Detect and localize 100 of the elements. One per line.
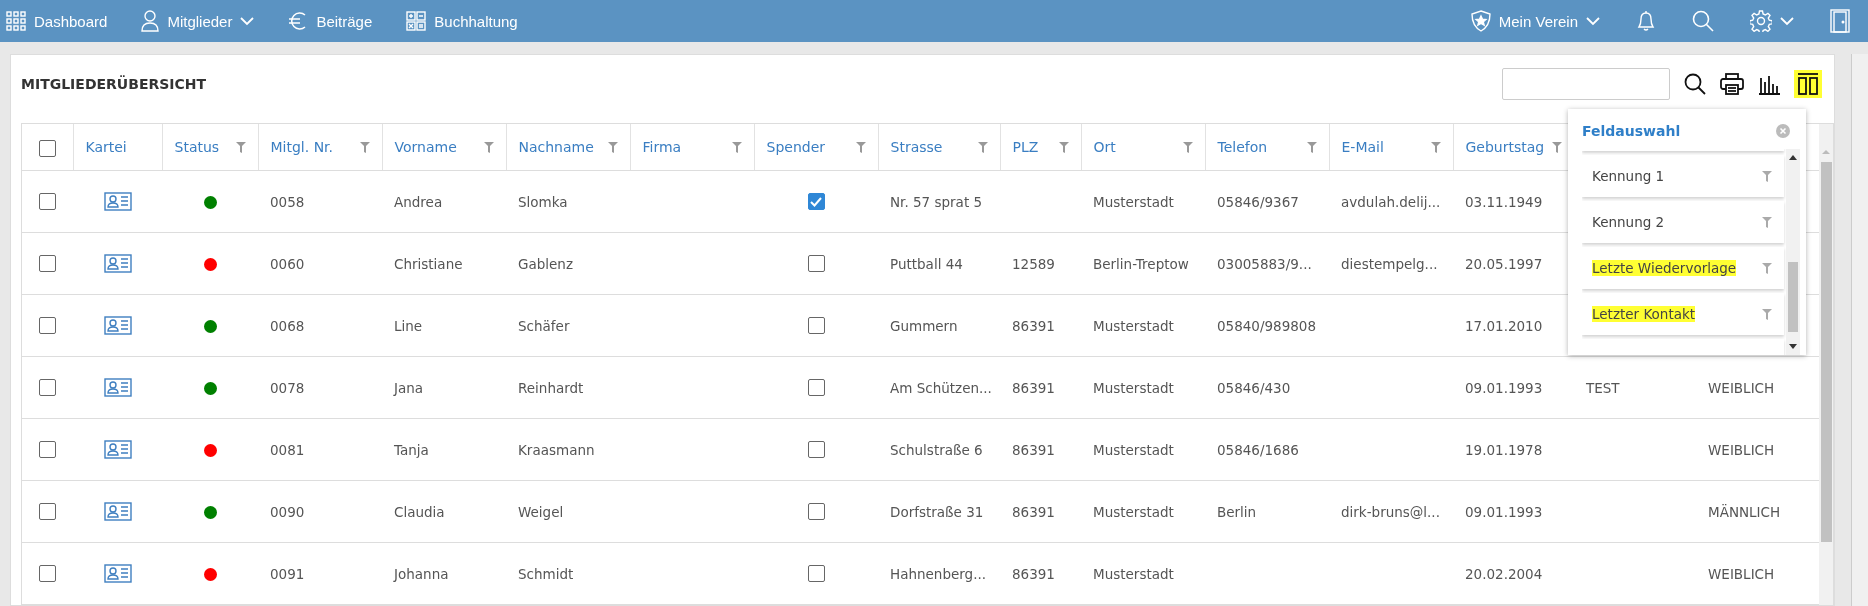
member-card-icon[interactable]: [103, 378, 132, 397]
table-cell: MÄNNLICH: [1708, 503, 1781, 520]
scroll-thumb[interactable]: [1820, 162, 1832, 542]
row-checkbox[interactable]: [39, 193, 56, 211]
user-icon: [141, 10, 160, 32]
field-item[interactable]: Kennung 2: [1582, 201, 1784, 243]
select-all-checkbox[interactable]: [38, 139, 56, 157]
column-header[interactable]: Telefon: [1217, 139, 1268, 155]
table-cell: 12589: [1012, 255, 1055, 272]
filter-icon[interactable]: [1762, 308, 1772, 320]
row-checkbox[interactable]: [39, 503, 56, 521]
column-header[interactable]: Mitgl. Nr.: [270, 139, 334, 155]
calculator-icon: [406, 11, 427, 31]
filter-icon[interactable]: [1306, 141, 1317, 153]
table-cell: Musterstadt: [1093, 441, 1174, 458]
field-item[interactable]: Letzter Kontakt: [1582, 293, 1784, 335]
table-cell: Schulstraße 6: [890, 441, 983, 458]
table-cell: 0058: [270, 193, 305, 210]
member-card-icon[interactable]: [103, 316, 132, 335]
column-header[interactable]: Spender: [766, 139, 825, 155]
field-item[interactable]: Letzte Wiedervorlage: [1582, 247, 1784, 289]
search-icon[interactable]: [1684, 73, 1706, 95]
column-header[interactable]: Firma: [642, 139, 682, 155]
table-cell: dirk-bruns@l...: [1341, 503, 1440, 520]
donor-checkbox[interactable]: [807, 503, 825, 521]
member-card-icon[interactable]: [103, 254, 132, 273]
nav-item[interactable]: Beiträge: [288, 11, 373, 31]
column-header[interactable]: Ort: [1093, 139, 1116, 155]
column-header[interactable]: Nachname: [518, 139, 594, 155]
donor-checkbox[interactable]: [807, 255, 825, 273]
column-header[interactable]: Kartei: [85, 139, 127, 155]
donor-checkbox[interactable]: [807, 379, 825, 397]
columns-button[interactable]: [1794, 70, 1822, 98]
column-header[interactable]: Vorname: [394, 139, 457, 155]
bell-icon[interactable]: [1636, 10, 1656, 32]
nav-item[interactable]: Mitglieder: [141, 10, 255, 32]
filter-icon[interactable]: [977, 141, 988, 153]
table-cell: 09.01.1993: [1465, 503, 1543, 520]
row-checkbox[interactable]: [39, 255, 56, 273]
table-cell: Gummern: [890, 317, 958, 334]
column-header[interactable]: Strasse: [890, 139, 943, 155]
donor-checkbox[interactable]: [807, 441, 825, 459]
nav-item[interactable]: Dashboard: [6, 11, 108, 31]
donor-checkbox[interactable]: [807, 193, 825, 211]
field-item[interactable]: Kennung 1: [1582, 155, 1784, 197]
member-card-icon[interactable]: [103, 502, 132, 521]
field-item[interactable]: [1582, 339, 1784, 355]
row-checkbox[interactable]: [39, 317, 56, 335]
filter-icon[interactable]: [1058, 141, 1069, 153]
table-cell: 05846/430: [1217, 379, 1291, 396]
row-checkbox[interactable]: [39, 441, 56, 459]
filter-icon[interactable]: [1762, 262, 1772, 274]
table-cell: Hahnenberg...: [890, 565, 987, 582]
filter-icon[interactable]: [1762, 170, 1772, 182]
member-card-icon[interactable]: [103, 440, 132, 459]
scrollbar[interactable]: [1786, 149, 1800, 355]
table-cell: 05846/1686: [1217, 441, 1299, 458]
column-header[interactable]: E-Mail: [1341, 139, 1384, 155]
scroll-up-arrow-icon[interactable]: [1789, 155, 1797, 160]
filter-icon[interactable]: [731, 141, 742, 153]
filter-icon[interactable]: [235, 141, 246, 153]
settings-menu[interactable]: [1750, 10, 1794, 32]
chevron-down-icon: [1780, 16, 1794, 26]
door-icon[interactable]: [1830, 9, 1850, 33]
donor-checkbox[interactable]: [807, 565, 825, 583]
table-cell: Musterstadt: [1093, 503, 1174, 520]
row-checkbox[interactable]: [39, 565, 56, 583]
page-scrollbar[interactable]: [1851, 54, 1868, 606]
filter-icon[interactable]: [855, 141, 866, 153]
filter-icon[interactable]: [1551, 141, 1562, 153]
column-header[interactable]: PLZ: [1012, 139, 1039, 155]
row-checkbox[interactable]: [39, 379, 56, 397]
table-cell: avdulah.delij...: [1341, 193, 1441, 210]
column-header[interactable]: Geburtstag: [1465, 139, 1545, 155]
filter-icon[interactable]: [1430, 141, 1441, 153]
filter-icon[interactable]: [1762, 216, 1772, 228]
filter-icon[interactable]: [607, 141, 618, 153]
column-header[interactable]: Status: [174, 139, 220, 155]
chevron-down-icon: [1586, 16, 1600, 26]
donor-checkbox[interactable]: [807, 317, 825, 335]
table-cell: Gablenz: [518, 255, 573, 272]
table-cell: Schmidt: [518, 565, 574, 582]
nav-item[interactable]: Buchhaltung: [406, 11, 518, 31]
bar-chart-icon[interactable]: [1758, 73, 1780, 95]
member-card-icon[interactable]: [103, 564, 132, 583]
chevron-down-icon: [240, 16, 255, 26]
filter-icon[interactable]: [1182, 141, 1193, 153]
scroll-thumb[interactable]: [1788, 262, 1798, 332]
scrollbar[interactable]: [1819, 124, 1833, 605]
scroll-down-arrow-icon[interactable]: [1789, 344, 1797, 349]
printer-icon[interactable]: [1720, 73, 1744, 95]
table-cell: 0091: [270, 565, 305, 582]
member-card-icon[interactable]: [103, 192, 132, 211]
filter-icon[interactable]: [359, 141, 370, 153]
close-icon[interactable]: [1776, 124, 1790, 138]
filter-icon[interactable]: [483, 141, 494, 153]
club-menu[interactable]: Mein Verein: [1470, 10, 1600, 32]
popup-title: Feldauswahl: [1582, 123, 1681, 139]
table-cell: 19.01.1978: [1465, 441, 1543, 458]
search-field[interactable]: [1502, 68, 1670, 100]
